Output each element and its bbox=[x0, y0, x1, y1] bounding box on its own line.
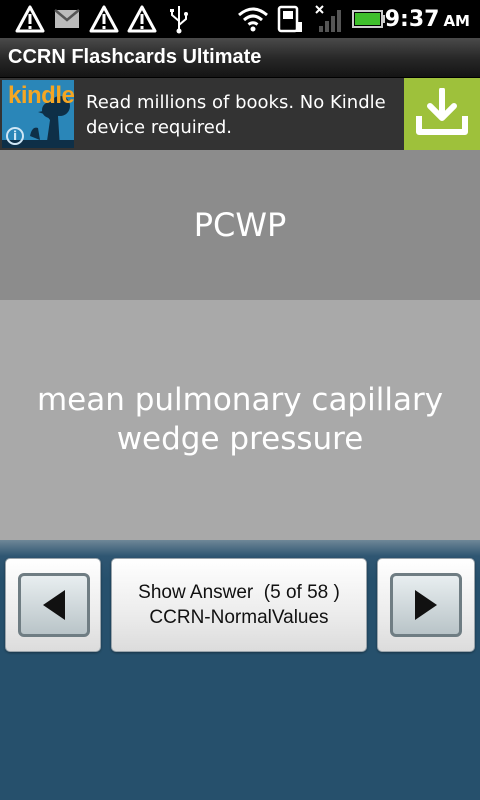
definition-text: mean pulmonary capillary wedge pressure bbox=[36, 382, 444, 457]
warning-icon bbox=[14, 0, 46, 38]
previous-card-button[interactable] bbox=[5, 558, 101, 652]
ad-download-button[interactable] bbox=[404, 78, 480, 150]
status-clock: 9:37 AM bbox=[385, 0, 470, 38]
download-icon bbox=[414, 87, 470, 140]
app-title: CCRN Flashcards Ultimate bbox=[8, 46, 262, 68]
next-card-button[interactable] bbox=[377, 558, 475, 652]
warning-icon bbox=[126, 0, 158, 38]
arrow-right-icon bbox=[390, 573, 462, 637]
arrow-left-icon bbox=[18, 573, 90, 637]
battery-icon bbox=[352, 0, 386, 38]
info-icon[interactable]: i bbox=[6, 127, 24, 145]
flashcard-definition[interactable]: mean pulmonary capillary wedge pressure bbox=[0, 300, 480, 540]
usb-icon bbox=[166, 0, 192, 38]
wifi-icon bbox=[236, 0, 270, 38]
deck-name: CCRN-NormalValues bbox=[149, 607, 329, 628]
show-answer-button[interactable]: Show Answer (5 of 58 ) CCRN-NormalValues bbox=[111, 558, 367, 652]
kindle-brand-text: kindle bbox=[8, 82, 74, 109]
gmail-icon bbox=[52, 0, 82, 38]
flashcard-term[interactable]: PCWP bbox=[0, 150, 480, 300]
ad-banner[interactable]: kindle i Read millions of books. No Kind… bbox=[0, 78, 480, 150]
phone-storage-icon bbox=[276, 0, 304, 38]
signal-icon bbox=[312, 0, 346, 38]
ad-text: Read millions of books. No Kindle device… bbox=[86, 92, 386, 138]
status-bar: 9:37 AM bbox=[0, 0, 480, 38]
warning-icon bbox=[88, 0, 120, 38]
kindle-logo[interactable]: kindle i bbox=[2, 80, 74, 148]
clock-ampm: AM bbox=[443, 12, 470, 30]
clock-time: 9:37 bbox=[384, 6, 440, 32]
card-navigation: Show Answer (5 of 58 ) CCRN-NormalValues bbox=[0, 540, 480, 800]
term-text: PCWP bbox=[193, 206, 287, 244]
app-title-bar: CCRN Flashcards Ultimate bbox=[0, 38, 480, 78]
show-answer-label: Show Answer (5 of 58 ) bbox=[138, 582, 340, 603]
